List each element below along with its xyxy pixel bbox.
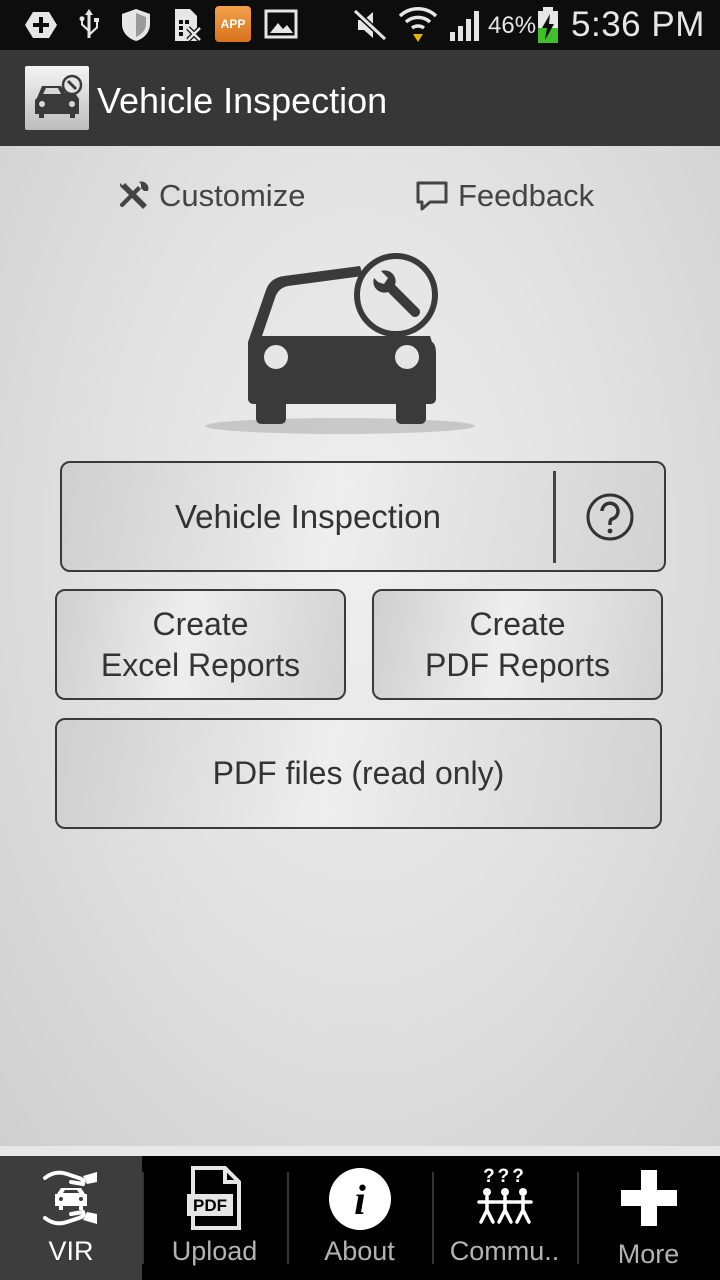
nav-item-more[interactable]: More <box>577 1156 720 1280</box>
pdf-file-icon: PDF <box>186 1166 241 1230</box>
pdf-files-label: PDF files (read only) <box>212 755 505 791</box>
question-icon <box>586 493 634 540</box>
plus-icon <box>620 1170 677 1226</box>
wifi-icon <box>398 7 438 42</box>
car-wrench-icon <box>35 74 83 118</box>
car-wrench-icon <box>205 253 475 434</box>
pdf-line-1: Create <box>469 605 566 642</box>
tools-icon <box>119 181 149 209</box>
info-icon-text: i <box>354 1178 366 1224</box>
add-icon <box>25 12 57 38</box>
nav-item-upload[interactable]: PDF Upload <box>142 1156 287 1280</box>
vir-hands-car-icon <box>43 1170 97 1226</box>
mute-icon <box>352 8 388 42</box>
nav-label-about: About <box>324 1236 395 1266</box>
help-button[interactable] <box>556 463 664 570</box>
feedback-link[interactable]: Feedback <box>414 174 594 218</box>
usb-icon <box>79 9 99 38</box>
main-content: Customize Feedback Vehicle Inspection Cr… <box>0 146 720 1146</box>
sim-icon <box>175 9 202 42</box>
clock: 5:36 PM <box>571 5 705 44</box>
shield-icon <box>122 9 150 41</box>
nav-label-community: Commu.. <box>449 1236 560 1266</box>
app-logo[interactable] <box>25 66 89 130</box>
vehicle-inspection-button[interactable]: Vehicle Inspection <box>60 461 666 572</box>
customize-label: Customize <box>159 178 306 213</box>
nav-item-about[interactable]: i About <box>287 1156 432 1280</box>
image-icon <box>264 9 298 39</box>
nav-label-vir: VIR <box>48 1236 94 1266</box>
excel-line-2: Excel Reports <box>100 646 301 683</box>
pdf-icon-text: PDF <box>193 1196 227 1215</box>
pdf-files-button[interactable]: PDF files (read only) <box>55 718 662 829</box>
battery-charging-icon <box>538 7 558 43</box>
customize-link[interactable]: Customize <box>117 174 305 218</box>
app-icon: APP <box>215 6 251 42</box>
feedback-label: Feedback <box>458 178 595 213</box>
vehicle-inspection-label: Vehicle Inspection <box>174 498 441 535</box>
battery-percent: 46% <box>488 12 537 39</box>
nav-item-community[interactable]: ??? Commu.. <box>432 1156 577 1280</box>
nav-label-more: More <box>617 1239 680 1269</box>
info-icon: i <box>328 1168 391 1230</box>
status-bar: APP 46% 5:36 PM <box>0 0 720 50</box>
app-bar: Vehicle Inspection <box>0 50 720 146</box>
pdf-line-2: PDF Reports <box>425 646 610 683</box>
app-title: Vehicle Inspection <box>97 80 388 121</box>
create-pdf-reports-button[interactable]: Create PDF Reports <box>372 589 663 700</box>
nav-item-vir[interactable]: VIR <box>0 1156 142 1280</box>
nav-top-border <box>0 1146 720 1156</box>
signal-icon <box>450 11 479 41</box>
community-icon-text: ??? <box>483 1166 527 1187</box>
community-icon: ??? <box>476 1166 533 1224</box>
bottom-nav: VIR PDF Upload i About ??? Commu.. More <box>0 1156 720 1280</box>
nav-label-upload: Upload <box>171 1236 258 1266</box>
excel-line-1: Create <box>152 605 249 642</box>
speech-bubble-icon <box>416 181 448 211</box>
create-excel-reports-button[interactable]: Create Excel Reports <box>55 589 346 700</box>
